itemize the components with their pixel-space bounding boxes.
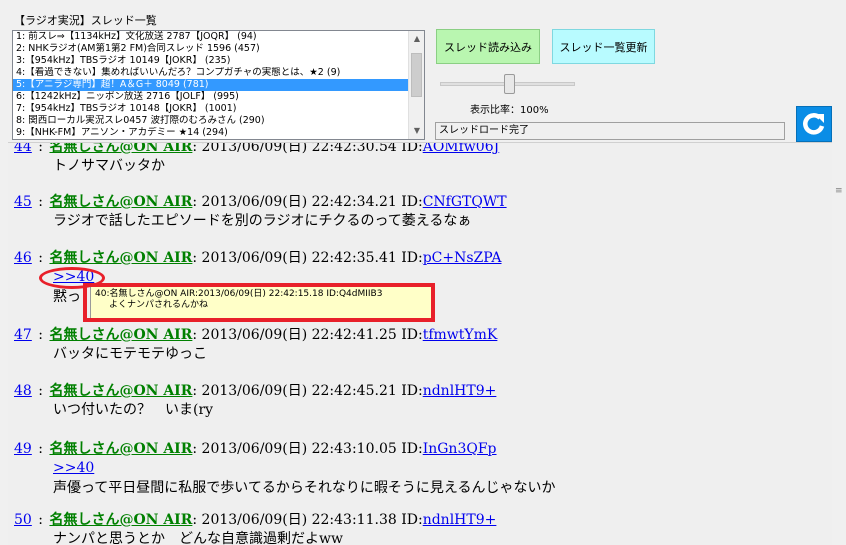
poster-name-link[interactable]: 名無しさん@ON AIR [49,512,192,528]
thread-list-item[interactable]: 6:【1242kHz】ニッポン放送 2716【JOLF】 (995) [13,91,408,103]
separator: : [192,383,202,399]
post-header: 45 : 名無しさん@ON AIR: 2013/06/09(日) 22:42:3… [8,193,828,211]
separator: : [33,383,48,399]
refresh-icon [803,113,825,135]
poster-name-link[interactable]: 名無しさん@ON AIR [49,194,192,210]
separator: : [33,441,48,457]
post-header: 46 : 名無しさん@ON AIR: 2013/06/09(日) 22:42:3… [8,249,828,267]
poster-name-link[interactable]: 名無しさん@ON AIR [49,383,192,399]
poster-name-link[interactable]: 名無しさん@ON AIR [49,441,192,457]
poster-id-link[interactable]: tfmwtYmK [423,327,498,343]
id-label: ID: [401,250,423,266]
separator: : [192,142,202,155]
post-number-link[interactable]: 48 [8,383,32,399]
post: 48 : 名無しさん@ON AIR: 2013/06/09(日) 22:42:4… [8,382,828,420]
annotation-ellipse [39,267,105,289]
post-body: ナンパと思うとか どんな自意識過剰だよww [53,531,343,545]
id-label: ID: [401,383,423,399]
refresh-list-button[interactable]: スレッド一覧更新 [552,29,655,64]
thread-list-item[interactable]: 3:【954kHz】TBSラジオ 10149【JOKR】 (235) [13,55,408,67]
post: 44 : 名無しさん@ON AIR: 2013/06/09(日) 22:42:3… [8,142,828,176]
post-header: 44 : 名無しさん@ON AIR: 2013/06/09(日) 22:42:3… [8,142,828,156]
post-header: 50 : 名無しさん@ON AIR: 2013/06/09(日) 22:43:1… [8,511,828,529]
poster-id-link[interactable]: pC+NsZPA [423,250,502,266]
post: 47 : 名無しさん@ON AIR: 2013/06/09(日) 22:42:4… [8,326,828,364]
separator: : [192,441,202,457]
thread-list-item[interactable]: 9:【NHK-FM】アニソン・アカデミー ★14 (294) [13,127,408,139]
separator: : [33,512,48,528]
post-number-link[interactable]: 45 [8,194,32,210]
id-label: ID: [401,441,423,457]
post-header: 49 : 名無しさん@ON AIR: 2013/06/09(日) 22:43:1… [8,440,828,458]
thread-list-item[interactable]: 5:【アニラジ専門】超！A＆G＋ 8049 (781) [13,79,408,91]
thread-list-item[interactable]: 4:【看過できない】集めればいいんだろ？コンプガチャの実態とは、★2 (9) [13,67,408,79]
separator: : [33,327,48,343]
separator: : [192,327,202,343]
separator: : [33,142,48,155]
separator: : [192,512,202,528]
post-header: 48 : 名無しさん@ON AIR: 2013/06/09(日) 22:42:4… [8,382,828,400]
post-body: トノサマバッタか [53,158,165,174]
thread-list-item[interactable]: 2: NHKラジオ(AM第1第2 FM)合同スレッド 1596 (457) [13,43,408,55]
panel-title: 【ラジオ実況】スレッド一覧 [14,14,157,27]
poster-id-link[interactable]: ndnlHT9+ [423,383,497,399]
thread-list-item[interactable]: 7:【954kHz】TBSラジオ 10148【JOKR】 (1001) [13,103,408,115]
annotation-rectangle [83,283,435,322]
thread-list-item[interactable]: 1: 前スレ⇒【1134kHz】文化放送 2787【JOQR】 (94) [13,31,408,43]
post-body: いつ付いたの？ いま(ry [53,402,214,418]
scroll-thumb[interactable] [411,53,422,97]
post-date: 2013/06/09(日) 22:42:41.25 [201,327,397,343]
zoom-slider-thumb[interactable] [504,74,515,94]
poster-name-link[interactable]: 名無しさん@ON AIR [49,250,192,266]
poster-id-link[interactable]: InGn3QFp [423,441,497,457]
post-body: ラジオで話したエピソードを別のラジオにチクるのって萎えるなぁ [53,213,472,229]
post-number-link[interactable]: 44 [8,143,32,155]
post-date: 2013/06/09(日) 22:43:11.38 [201,512,397,528]
separator: : [192,250,202,266]
post: 49 : 名無しさん@ON AIR: 2013/06/09(日) 22:43:1… [8,440,828,498]
id-label: ID: [401,512,423,528]
post-date: 2013/06/09(日) 22:42:35.41 [201,250,397,266]
status-field: スレッドロード完了 [435,122,785,140]
separator: : [33,250,48,266]
post-header: 47 : 名無しさん@ON AIR: 2013/06/09(日) 22:42:4… [8,326,828,344]
poster-id-link[interactable]: CNfGTQWT [423,194,507,210]
thread-list-item[interactable]: 8: 関西ローカル実況スレ0457 波打際のむろみさん (290) [13,115,408,127]
scroll-down-arrow-icon[interactable]: ▼ [409,123,424,139]
post-number-link[interactable]: 46 [8,250,32,266]
id-label: ID: [401,327,423,343]
post-date: 2013/06/09(日) 22:43:10.05 [201,441,397,457]
poster-id-link[interactable]: AOMfw06J [423,143,500,155]
post-date: 2013/06/09(日) 22:42:45.21 [201,383,397,399]
post-date: 2013/06/09(日) 22:42:30.54 [201,142,397,155]
post: 45 : 名無しさん@ON AIR: 2013/06/09(日) 22:42:3… [8,193,828,231]
poster-name-link[interactable]: 名無しさん@ON AIR [49,327,192,343]
load-thread-button[interactable]: スレッド読み込み [436,29,540,64]
post-body: 声優って平日昼間に私服で歩いてるからそれなりに暇そうに見えるんじゃないか [53,480,556,496]
id-label: ID: [401,142,423,155]
thread-view[interactable]: 44 : 名無しさん@ON AIR: 2013/06/09(日) 22:42:3… [8,142,832,545]
post-number-link[interactable]: 50 [8,512,32,528]
post-body: バッタにモテモテゆっこ [53,346,207,362]
resize-grip-icon[interactable]: ≡ [835,186,843,196]
post-number-link[interactable]: 49 [8,441,32,457]
scroll-up-arrow-icon[interactable]: ▲ [409,31,424,47]
poster-id-link[interactable]: ndnlHT9+ [423,512,497,528]
thread-listbox[interactable]: 1: 前スレ⇒【1134kHz】文化放送 2787【JOQR】 (94) 2: N… [12,30,425,140]
separator: : [192,194,202,210]
id-label: ID: [401,194,423,210]
anchor-link[interactable]: >>40 [53,460,94,476]
post-number-link[interactable]: 47 [8,327,32,343]
listbox-scrollbar[interactable]: ▲ ▼ [408,31,424,139]
poster-name-link[interactable]: 名無しさん@ON AIR [49,143,192,155]
zoom-label: 表示比率：100% [470,105,549,116]
separator: : [33,194,48,210]
post-date: 2013/06/09(日) 22:42:34.21 [201,194,397,210]
refresh-button[interactable] [796,106,832,142]
post: 50 : 名無しさん@ON AIR: 2013/06/09(日) 22:43:1… [8,511,828,545]
